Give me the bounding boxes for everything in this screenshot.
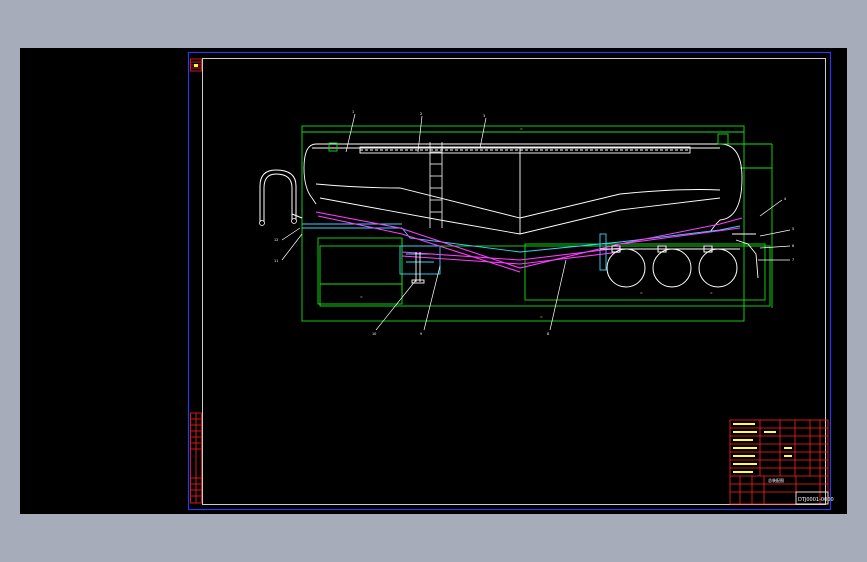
svg-text:2: 2 xyxy=(420,112,422,116)
svg-text:6: 6 xyxy=(792,244,794,248)
svg-text:≈: ≈ xyxy=(640,291,643,295)
svg-text:1: 1 xyxy=(352,110,354,114)
title-block-text-marks xyxy=(733,423,792,473)
pipe-end-fitting-left xyxy=(259,220,265,226)
drawing-label: 总装配图 xyxy=(768,477,784,483)
tank-body xyxy=(303,143,743,235)
dimension-tiny-text: ≈ ≈ ≈ ≈ ≈ xyxy=(360,127,713,319)
svg-text:≈: ≈ xyxy=(360,295,363,299)
svg-text:11: 11 xyxy=(274,259,278,263)
callout-leaders xyxy=(281,113,791,331)
rear-mudguard xyxy=(732,233,759,279)
svg-text:5: 5 xyxy=(792,227,794,231)
drawing-code: DTJ0001-0000 xyxy=(798,497,834,503)
svg-text:8: 8 xyxy=(547,332,549,336)
front-air-pipe xyxy=(259,169,303,222)
svg-text:3: 3 xyxy=(483,114,485,118)
discharge-structure xyxy=(315,211,743,273)
svg-text:12: 12 xyxy=(274,238,278,242)
svg-text:4: 4 xyxy=(784,197,786,201)
left-margin-zone-marks xyxy=(190,58,202,504)
rear-axle-wheels xyxy=(600,245,740,288)
ladder xyxy=(429,142,443,228)
svg-text:≈: ≈ xyxy=(710,291,713,295)
pipe-end-fitting-right xyxy=(291,218,297,224)
cad-viewport[interactable]: ≈ ≈ ≈ ≈ ≈ 1 2 3 4 5 6 7 12 11 10 9 8 总装配… xyxy=(20,48,847,514)
cad-drawing: ≈ ≈ ≈ ≈ ≈ 1 2 3 4 5 6 7 12 11 10 9 8 总装配… xyxy=(187,51,834,511)
svg-text:≈: ≈ xyxy=(520,127,523,131)
svg-text:≈: ≈ xyxy=(540,315,543,319)
dimension-frames xyxy=(301,125,773,322)
svg-text:9: 9 xyxy=(420,332,422,336)
svg-text:7: 7 xyxy=(792,258,794,262)
svg-text:10: 10 xyxy=(372,332,376,336)
